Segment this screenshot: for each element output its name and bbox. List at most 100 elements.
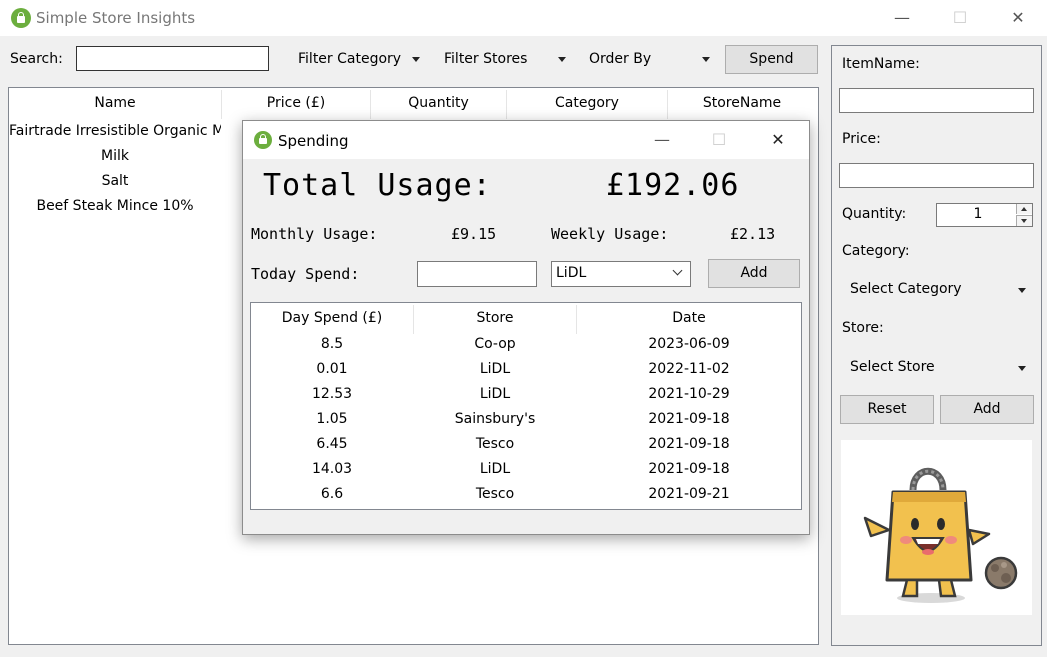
chevron-down-icon <box>1018 366 1026 371</box>
column-header-name[interactable]: Name <box>9 88 221 119</box>
spend-cell: 0.01 <box>316 361 348 377</box>
table-row[interactable]: 6.45 Tesco 2021-09-18 <box>251 436 801 458</box>
table-row[interactable]: 12.53 LiDL 2021-10-29 <box>251 386 801 408</box>
mascot-image <box>841 440 1032 615</box>
table-row[interactable]: 6.6 Tesco 2021-09-21 <box>251 486 801 508</box>
table-row[interactable]: 0.01 LiDL 2022-11-02 <box>251 361 801 383</box>
spend-history-table[interactable]: Day Spend (£) Store Date 8.5 Co-op 2023-… <box>250 302 802 510</box>
chevron-down-icon <box>558 57 566 62</box>
weekly-usage-label: Weekly Usage: <box>551 225 669 243</box>
spend-cell: 6.6 <box>320 486 344 502</box>
date-cell: 2021-10-29 <box>648 386 730 402</box>
dialog-minimize-button[interactable]: — <box>639 122 685 158</box>
column-header-quantity[interactable]: Quantity <box>371 88 506 119</box>
total-usage-value: £192.06 <box>606 168 740 203</box>
dialog-bag-icon <box>254 131 272 149</box>
quantity-stepper[interactable]: 1 <box>936 203 1033 227</box>
column-header-storename[interactable]: StoreName <box>668 88 816 119</box>
category-select[interactable]: Select Category <box>840 278 1031 302</box>
app-bag-icon <box>11 8 31 28</box>
weekly-usage-value: £2.13 <box>730 225 776 243</box>
table-row[interactable]: Beef Steak Mince 10% <box>9 198 221 214</box>
filter-stores-dropdown[interactable]: Filter Stores <box>436 46 576 72</box>
today-spend-input[interactable] <box>417 261 537 287</box>
price-input[interactable] <box>839 163 1034 188</box>
column-header-day-spend[interactable]: Day Spend (£) <box>251 303 413 334</box>
chevron-down-icon <box>1018 288 1026 293</box>
category-label: Category: <box>842 243 910 259</box>
column-header-price[interactable]: Price (£) <box>222 88 370 119</box>
dialog-store-select[interactable]: LiDL <box>551 261 691 287</box>
item-editor-panel: ItemName: Price: Quantity: 1 Category: S… <box>831 45 1042 646</box>
shopping-bag-mascot-icon <box>863 467 1018 603</box>
date-cell: 2022-11-02 <box>648 361 730 377</box>
store-cell: Tesco <box>475 486 515 502</box>
date-cell: 2021-09-18 <box>648 461 730 477</box>
table-row[interactable]: Salt <box>9 173 221 189</box>
store-cell: LiDL <box>479 386 511 402</box>
minimize-button[interactable]: — <box>879 0 925 36</box>
price-label: Price: <box>842 131 881 147</box>
table-row[interactable]: 14.03 LiDL 2021-09-18 <box>251 461 801 483</box>
store-select[interactable]: Select Store <box>840 356 1031 380</box>
table-row[interactable]: Fairtrade Irresistible Organic M <box>9 123 221 139</box>
search-label: Search: <box>10 51 63 67</box>
filter-stores-label: Filter Stores <box>444 51 528 67</box>
store-cell: Sainsbury's <box>454 411 536 427</box>
spend-cell: 8.5 <box>320 336 344 352</box>
dialog-title-bar: Spending — ☐ ✕ <box>243 121 809 159</box>
spend-cell: 6.45 <box>316 436 348 452</box>
spend-cell: 14.03 <box>311 461 353 477</box>
reset-button[interactable]: Reset <box>840 395 934 424</box>
today-spend-label: Today Spend: <box>251 265 360 283</box>
order-by-label: Order By <box>589 51 652 67</box>
date-cell: 2023-06-09 <box>648 336 730 352</box>
decrement-icon[interactable] <box>1016 215 1032 226</box>
monthly-usage-value: £9.15 <box>451 225 497 243</box>
spend-cell: 12.53 <box>311 386 353 402</box>
spend-button[interactable]: Spend <box>725 45 818 74</box>
table-row[interactable]: 8.5 Co-op 2023-06-09 <box>251 336 801 358</box>
item-name-input[interactable] <box>839 88 1034 113</box>
monthly-usage-label: Monthly Usage: <box>251 225 378 243</box>
spending-dialog: Spending — ☐ ✕ Total Usage: £192.06 Mont… <box>242 120 810 535</box>
quantity-value: 1 <box>973 206 983 222</box>
column-header-store[interactable]: Store <box>414 303 576 334</box>
date-cell: 2021-09-21 <box>648 486 730 502</box>
store-cell: LiDL <box>479 361 511 377</box>
spend-cell: 1.05 <box>316 411 348 427</box>
store-label: Store: <box>842 320 884 336</box>
dialog-maximize-button[interactable]: ☐ <box>696 122 742 158</box>
filter-category-label: Filter Category <box>298 51 402 67</box>
date-cell: 2021-09-18 <box>648 436 730 452</box>
chevron-down-icon <box>412 57 420 62</box>
store-cell: Tesco <box>475 436 515 452</box>
dialog-close-button[interactable]: ✕ <box>755 122 801 158</box>
store-select-value: Select Store <box>850 359 935 375</box>
column-header-category[interactable]: Category <box>507 88 667 119</box>
date-cell: 2021-09-18 <box>648 411 730 427</box>
close-button[interactable]: ✕ <box>995 0 1041 36</box>
table-row[interactable]: 1.05 Sainsbury's 2021-09-18 <box>251 411 801 433</box>
chevron-down-icon <box>672 265 683 276</box>
title-bar: Simple Store Insights — ☐ ✕ <box>0 0 1047 36</box>
search-input[interactable] <box>76 46 269 71</box>
table-row[interactable]: Milk <box>9 148 221 164</box>
store-cell: LiDL <box>479 461 511 477</box>
item-name-label: ItemName: <box>842 56 920 72</box>
chevron-down-icon <box>702 57 710 62</box>
store-cell: Co-op <box>474 336 516 352</box>
dialog-title: Spending <box>278 132 349 150</box>
window-title: Simple Store Insights <box>36 9 196 27</box>
filter-category-dropdown[interactable]: Filter Category <box>290 46 430 72</box>
total-usage-label: Total Usage: <box>263 168 492 203</box>
category-select-value: Select Category <box>850 281 962 297</box>
add-item-button[interactable]: Add <box>940 395 1034 424</box>
quantity-label: Quantity: <box>842 206 907 222</box>
add-spend-button[interactable]: Add <box>708 259 800 288</box>
increment-icon[interactable] <box>1016 204 1032 214</box>
order-by-dropdown[interactable]: Order By <box>582 46 718 72</box>
maximize-button[interactable]: ☐ <box>937 0 983 36</box>
store-select-value: LiDL <box>556 265 587 281</box>
column-header-date[interactable]: Date <box>577 303 801 334</box>
